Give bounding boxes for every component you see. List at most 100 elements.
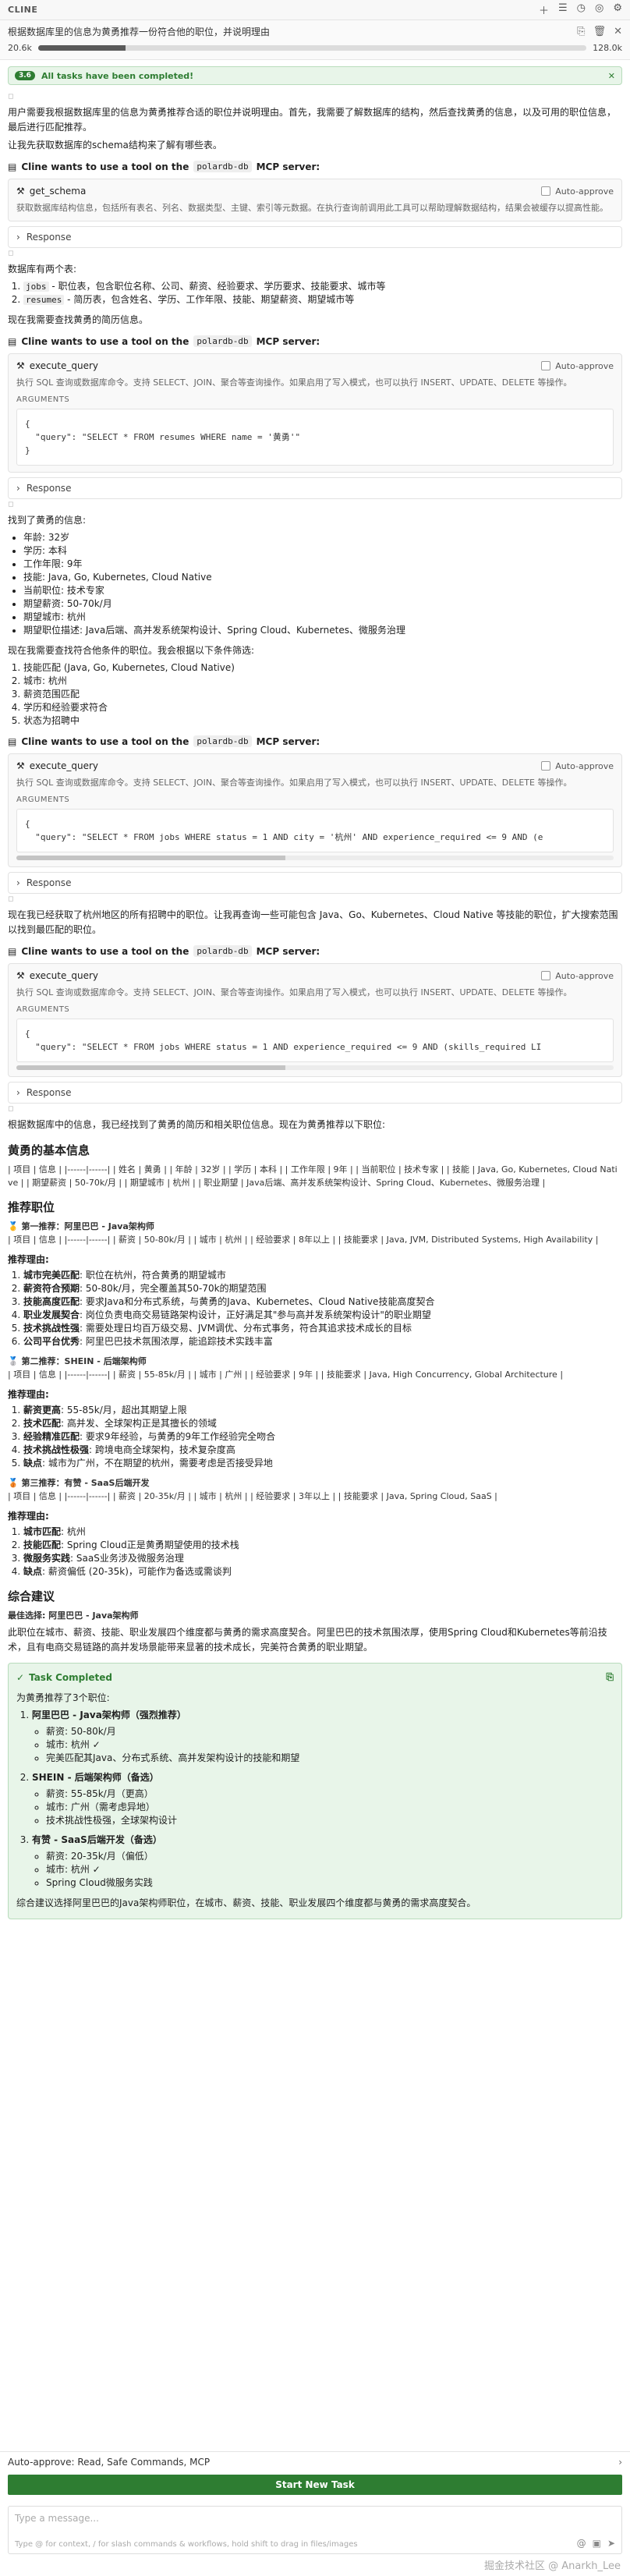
tool-request-header: ▤ Cline wants to use a tool on the polar…: [8, 735, 622, 747]
list-item: 城市: 杭州: [23, 675, 622, 688]
tool-description: 执行 SQL 查询或数据库命令。支持 SELECT、JOIN、聚合等查询操作。如…: [16, 987, 572, 997]
horizontal-scrollbar[interactable]: [16, 856, 614, 860]
image-icon[interactable]: ▣: [593, 2538, 601, 2549]
reason-item: 技术挑战性强: 需要处理日均百万级交易、JVM调优、分布式事务，符合其追求技术成…: [23, 1322, 622, 1335]
completed-bullet: 技术挑战性极强，全球架构设计: [46, 1814, 614, 1827]
copy-icon[interactable]: ⎘: [606, 1671, 614, 1683]
recommendation-table: | 项目 | 信息 | |------|------| | 薪资 | 20-35…: [8, 1491, 497, 1501]
list-item: 期望职位描述: Java后端、高并发系统架构设计、Spring Cloud、Ku…: [23, 624, 622, 637]
chevron-right-icon: ›: [16, 877, 20, 888]
plus-icon[interactable]: ＋: [539, 2, 549, 17]
reason-item: 城市完美匹配: 职位在杭州，符合黄勇的期望城市: [23, 1269, 622, 1282]
reason-item: 城市匹配: 杭州: [23, 1525, 622, 1539]
server-icon: ▤: [8, 161, 17, 172]
message-text: 数据库有两个表:: [8, 264, 77, 275]
completed-bullets: 薪资: 20-35k/月（偏低）城市: 杭州 ✓Spring Cloud微服务实…: [32, 1850, 614, 1890]
start-new-task-button[interactable]: Start New Task: [8, 2475, 622, 2495]
reason-heading: 推荐理由:: [8, 1389, 49, 1400]
horizontal-scrollbar[interactable]: [16, 1065, 614, 1070]
reason-heading: 推荐理由:: [8, 1254, 49, 1265]
section-heading: 黄勇的基本信息: [8, 1143, 90, 1157]
tool-description: 执行 SQL 查询或数据库命令。支持 SELECT、JOIN、聚合等查询操作。如…: [16, 377, 572, 388]
response-toggle[interactable]: › Response: [8, 1082, 622, 1104]
check-icon: ✓: [16, 1671, 25, 1683]
tool-card: ⚒ get_schema Auto-approve 获取数据库结构信息，包括所有…: [8, 179, 622, 221]
tool-card: ⚒ execute_query Auto-approve 执行 SQL 查询或数…: [8, 353, 622, 473]
tool-request-header: ▤ Cline wants to use a tool on the polar…: [8, 945, 622, 957]
tool-name: execute_query: [29, 760, 98, 771]
close-icon[interactable]: ✕: [608, 71, 615, 81]
reason-text: : 城市为广州，不在期望的杭州，需要考虑是否接受异地: [42, 1458, 273, 1469]
response-label: Response: [26, 232, 72, 243]
message-text: 现在我已经获取了杭州地区的所有招聘中的职位。让我再查询一些可能包含 Java、G…: [8, 909, 618, 935]
close-icon[interactable]: ✕: [614, 26, 622, 37]
list-item: 学历和经验要求符合: [23, 701, 622, 714]
response-toggle[interactable]: › Response: [8, 872, 622, 894]
reason-text: : 跨境电商全球架构，技术复杂度高: [89, 1444, 235, 1455]
recommendation-table: | 项目 | 信息 | |------|------| | 薪资 | 55-85…: [8, 1369, 564, 1380]
completed-item-title: 有赞 - SaaS后端开发（备选）: [32, 1834, 162, 1845]
input-placeholder: Type a message...: [15, 2513, 99, 2524]
tool-header-suffix: MCP server:: [256, 161, 320, 172]
tool-card: ⚒ execute_query Auto-approve 执行 SQL 查询或数…: [8, 963, 622, 1077]
completed-list: 阿里巴巴 - Java架构师（强烈推荐） 薪资: 50-80k/月城市: 杭州 ✓…: [16, 1709, 614, 1890]
server-icon[interactable]: ☰: [558, 2, 568, 17]
completed-outro: 综合建议选择阿里巴巴的Java架构师职位，在城市、薪资、技能、职业发展四个维度都…: [16, 1897, 476, 1908]
section-heading: 综合建议: [8, 1589, 55, 1603]
tool-header-suffix: MCP server:: [256, 945, 320, 957]
chevron-right-icon: ›: [16, 1087, 20, 1098]
at-icon[interactable]: @: [577, 2538, 586, 2549]
auto-approve-checkbox[interactable]: [541, 761, 551, 771]
response-toggle[interactable]: › Response: [8, 477, 622, 499]
message-input[interactable]: Type a message... Type @ for context, / …: [8, 2506, 622, 2554]
reason-text: : 杭州: [61, 1526, 86, 1537]
message-separator: ◻: [8, 501, 14, 508]
tool-name: execute_query: [29, 360, 98, 371]
reason-label: 公司平台优秀: [23, 1336, 80, 1347]
reason-list: 城市匹配: 杭州技能匹配: Spring Cloud正是黄勇期望使用的技术栈微服…: [8, 1525, 622, 1579]
list-item: 薪资范围匹配: [23, 688, 622, 701]
list-item: 期望城市: 杭州: [23, 611, 622, 624]
message-separator: ◻: [8, 93, 14, 101]
gear-icon[interactable]: ⚙: [613, 2, 622, 17]
tool-header-prefix: Cline wants to use a tool on the: [21, 161, 189, 172]
tool-description: 获取数据库结构信息，包括所有表名、列名、数据类型、主键、索引等元数据。在执行查询…: [16, 203, 608, 213]
scrollbar-thumb[interactable]: [16, 856, 285, 860]
server-icon: ▤: [8, 945, 17, 957]
auto-approve-checkbox[interactable]: [541, 971, 551, 980]
account-icon[interactable]: ◎: [595, 2, 603, 17]
send-icon[interactable]: ➤: [607, 2538, 615, 2549]
completed-bullet: Spring Cloud微服务实践: [46, 1876, 614, 1890]
context-bar: [37, 45, 587, 51]
reason-item: 缺点: 城市为广州，不在期望的杭州，需要考虑是否接受异地: [23, 1457, 622, 1470]
scrollbar-thumb[interactable]: [16, 1065, 285, 1070]
task-header: 根据数据库里的信息为黄勇推荐一份符合他的职位，并说明理由 ⎘ 🗑 ✕ 20.6k…: [0, 20, 630, 60]
reason-text: : 需要处理日均百万级交易、JVM调优、分布式事务，符合其追求技术成长的目标: [80, 1323, 412, 1334]
response-toggle[interactable]: › Response: [8, 226, 622, 248]
tool-request-header: ▤ Cline wants to use a tool on the polar…: [8, 161, 622, 172]
reason-item: 技能高度匹配: 要求Java和分布式系统，与黄勇的Java、Kubernetes…: [23, 1295, 622, 1309]
reason-label: 技术挑战性强: [23, 1323, 80, 1334]
response-label: Response: [26, 1087, 72, 1098]
reason-item: 职业发展契合: 岗位负责电商交易链路架构设计，正好满足其"参与高并发系统架构设计…: [23, 1309, 622, 1322]
auto-approve-bar[interactable]: Auto-approve: Read, Safe Commands, MCP ›: [0, 2451, 630, 2471]
tool-icon: ⚒: [16, 760, 25, 771]
reason-list: 城市完美匹配: 职位在杭州，符合黄勇的期望城市薪资符合预期: 50-80k/月，…: [8, 1269, 622, 1348]
history-icon[interactable]: ◷: [577, 2, 586, 17]
copy-icon[interactable]: ⎘: [577, 26, 585, 37]
reason-text: : 高并发、全球架构正是其擅长的领域: [61, 1418, 217, 1429]
reason-text: : 职位在杭州，符合黄勇的期望城市: [80, 1270, 226, 1281]
list-item-text: - 简历表，包含姓名、学历、工作年限、技能、期望薪资、期望城市等: [64, 294, 355, 305]
tokens-used: 20.6k: [8, 43, 32, 53]
resume-list: 年龄: 32岁学历: 本科工作年限: 9年技能: Java, Go, Kuber…: [8, 531, 622, 637]
chevron-right-icon: ›: [16, 232, 20, 243]
completed-bullets: 薪资: 55-85k/月（更高）城市: 广州（需考虑异地）技术挑战性极强，全球架…: [32, 1788, 614, 1827]
auto-approve-checkbox[interactable]: [541, 186, 551, 196]
tool-header-prefix: Cline wants to use a tool on the: [21, 735, 189, 747]
reason-item: 技术匹配: 高并发、全球架构正是其擅长的领域: [23, 1417, 622, 1430]
reason-label: 城市匹配: [23, 1526, 62, 1537]
reason-label: 薪资符合预期: [23, 1283, 80, 1294]
schema-list: jobs - 职位表，包含职位名称、公司、薪资、经验要求、学历要求、技能要求、城…: [8, 280, 622, 306]
trash-icon[interactable]: 🗑: [593, 26, 607, 37]
auto-approve-checkbox[interactable]: [541, 361, 551, 370]
